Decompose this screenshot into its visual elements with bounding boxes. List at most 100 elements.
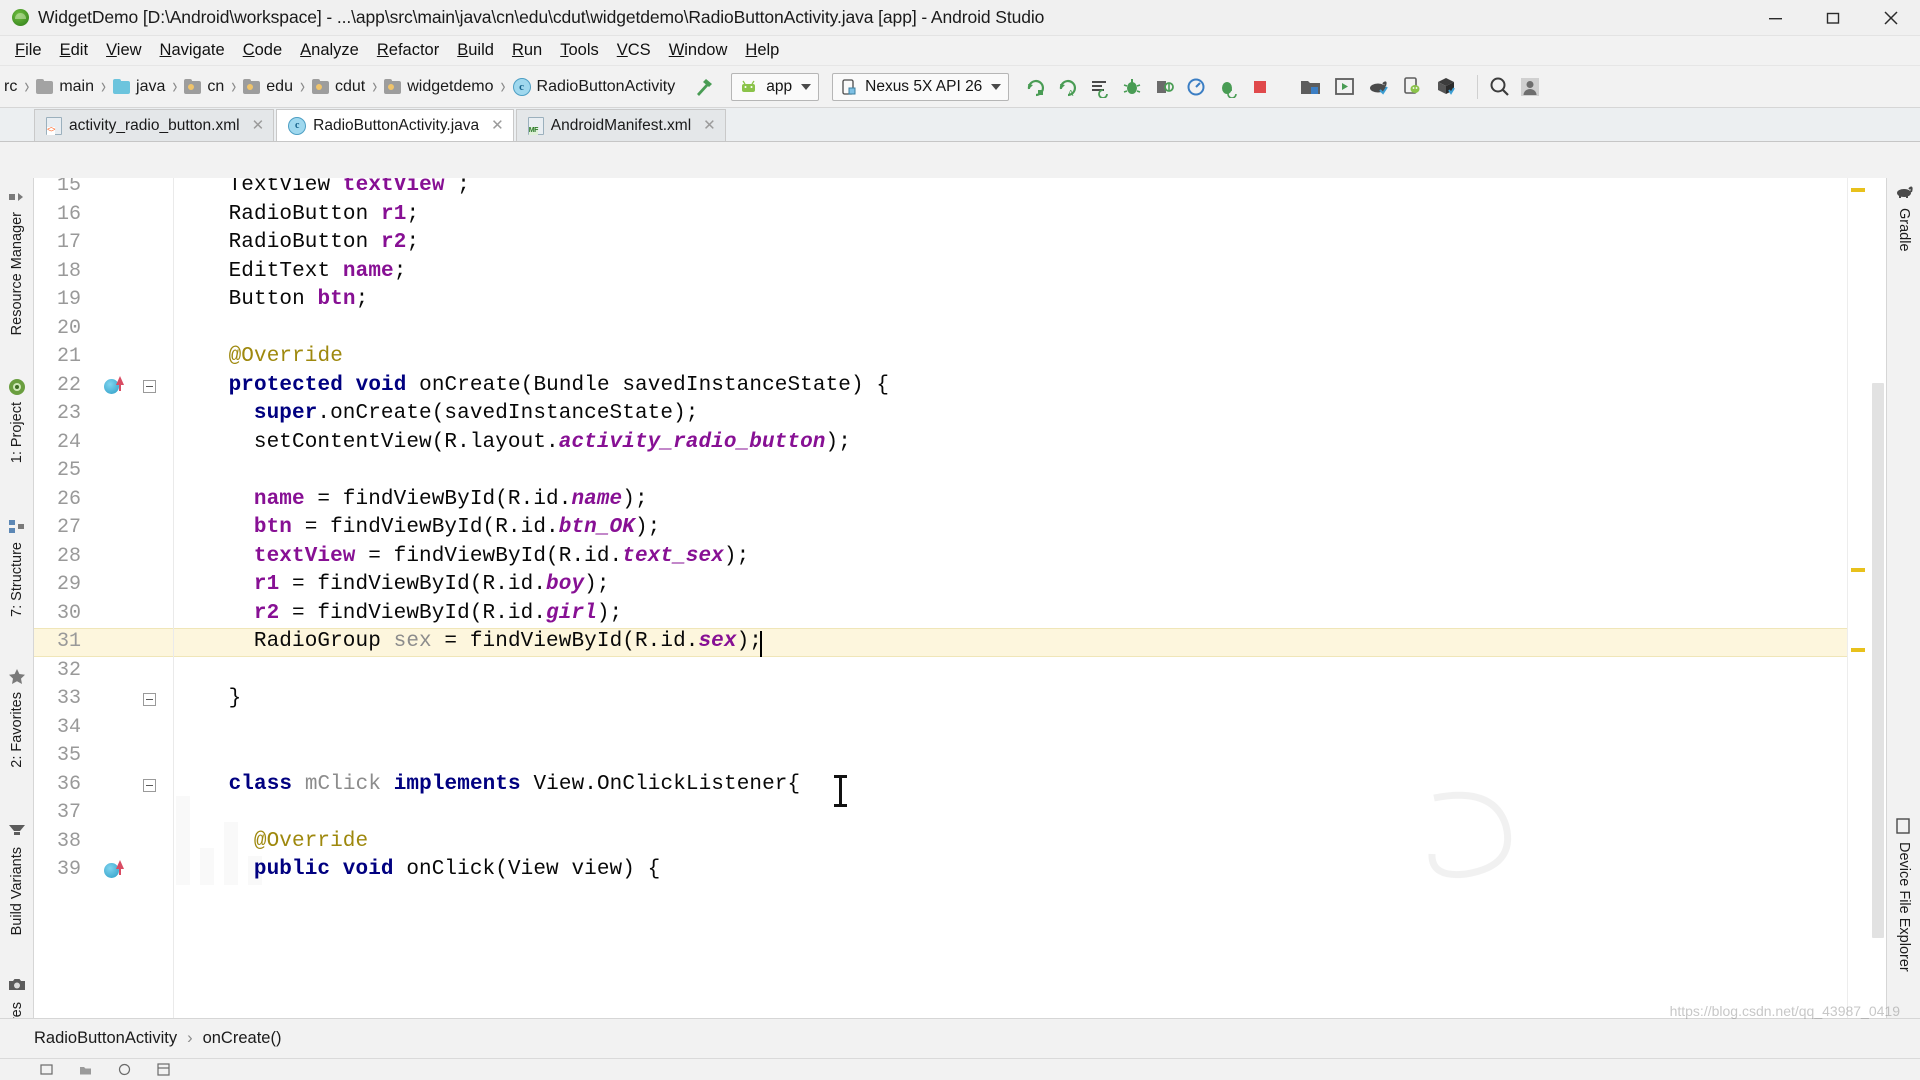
line-number[interactable]: 17 (35, 229, 81, 258)
code-line[interactable]: super.onCreate(savedInstanceState); (254, 400, 699, 429)
chevron-down-icon[interactable] (801, 84, 811, 90)
code-line[interactable]: btn = findViewById(R.id.btn_OK); (254, 514, 660, 543)
breadcrumb-edu[interactable]: edu (241, 78, 295, 96)
bottom-item[interactable] (40, 1063, 53, 1076)
line-number[interactable]: 31 (35, 628, 81, 657)
code-fold-marker[interactable] (143, 693, 156, 706)
apply-changes-icon[interactable] (1085, 72, 1115, 102)
code-editor[interactable]: 1516171819202122232425262728293031323334… (34, 178, 1886, 1018)
hammer-icon[interactable] (689, 72, 719, 102)
line-number[interactable]: 18 (35, 258, 81, 287)
scrollbar-thumb[interactable] (1872, 383, 1884, 938)
debug-run-icon[interactable]: A (1053, 72, 1083, 102)
code-line[interactable]: class mClick implements View.OnClickList… (229, 771, 801, 800)
menu-edit[interactable]: Edit (51, 39, 97, 62)
line-number[interactable]: 27 (35, 514, 81, 543)
tool-window-gradle[interactable]: Gradle (1887, 184, 1920, 252)
close-button[interactable] (1862, 0, 1920, 36)
sdk-manager-icon[interactable] (1329, 72, 1359, 102)
line-number[interactable]: 21 (35, 343, 81, 372)
line-number[interactable]: 23 (35, 400, 81, 429)
editor-tab-radiobuttonactivity-java[interactable]: cRadioButtonActivity.java✕ (276, 109, 514, 141)
line-number[interactable]: 38 (35, 828, 81, 857)
breadcrumb-rc[interactable]: rc (2, 78, 19, 96)
line-number[interactable]: 16 (35, 201, 81, 230)
line-number[interactable]: 25 (35, 457, 81, 486)
code-line[interactable]: name = findViewById(R.id.name); (254, 486, 648, 515)
menu-code[interactable]: Code (234, 39, 291, 62)
stop-icon[interactable] (1245, 72, 1275, 102)
line-number[interactable]: 28 (35, 543, 81, 572)
menu-window[interactable]: Window (660, 39, 737, 62)
code-line[interactable]: RadioGroup sex = findViewById(R.id.sex); (254, 628, 762, 657)
editor-tab-androidmanifest-xml[interactable]: AndroidManifest.xml✕ (516, 109, 726, 141)
device-selector[interactable]: Nexus 5X API 26 (832, 73, 1009, 101)
error-marker-gutter[interactable] (1847, 178, 1869, 1018)
menu-navigate[interactable]: Navigate (151, 39, 234, 62)
line-number[interactable]: 30 (35, 600, 81, 629)
tool-window-device-file-explorer[interactable]: Device File Explorer (1887, 818, 1920, 972)
line-number[interactable]: 35 (35, 742, 81, 771)
attach-debugger-icon[interactable] (1149, 72, 1179, 102)
code-line[interactable]: TextView textView ; (229, 178, 470, 201)
breadcrumb-cn[interactable]: cn (182, 78, 226, 96)
breadcrumb-java[interactable]: java (111, 78, 167, 96)
line-number[interactable]: 15 (35, 178, 81, 201)
breadcrumb-cdut[interactable]: cdut (310, 78, 367, 96)
debug-icon[interactable] (1117, 72, 1147, 102)
code-line[interactable]: setContentView(R.layout.activity_radio_b… (254, 429, 851, 458)
close-icon[interactable]: ✕ (703, 118, 716, 133)
profiler-icon[interactable] (1181, 72, 1211, 102)
maximize-button[interactable] (1804, 0, 1862, 36)
line-number[interactable]: 32 (35, 657, 81, 686)
tool-window-7-structure[interactable]: 7: Structure (0, 518, 34, 617)
avd-manager-icon[interactable] (1295, 72, 1325, 102)
breadcrumb-widgetdemo[interactable]: widgetdemo (382, 78, 495, 96)
menu-refactor[interactable]: Refactor (368, 39, 448, 62)
line-number[interactable]: 29 (35, 571, 81, 600)
breadcrumb-class[interactable]: RadioButtonActivity (34, 1029, 177, 1048)
chevron-down-icon[interactable] (991, 84, 1001, 90)
menu-analyze[interactable]: Analyze (291, 39, 368, 62)
code-fold-marker[interactable] (143, 779, 156, 792)
line-number[interactable]: 34 (35, 714, 81, 743)
code-line[interactable]: protected void onCreate(Bundle savedInst… (229, 372, 890, 401)
line-number[interactable]: 36 (35, 771, 81, 800)
line-number[interactable]: 22 (35, 372, 81, 401)
tool-window-2-favorites[interactable]: 2: Favorites (0, 668, 34, 768)
profile-icon[interactable] (1515, 72, 1545, 102)
code-line[interactable]: r1 = findViewById(R.id.boy); (254, 571, 610, 600)
gradle-sync-icon[interactable] (1363, 72, 1393, 102)
menu-view[interactable]: View (97, 39, 150, 62)
menu-vcs[interactable]: VCS (608, 39, 660, 62)
editor-tab-activity-radio-button-xml[interactable]: activity_radio_button.xml✕ (34, 109, 274, 141)
code-line[interactable]: RadioButton r1; (229, 201, 420, 230)
layout-inspector-icon[interactable] (1397, 72, 1427, 102)
menu-tools[interactable]: Tools (551, 39, 608, 62)
implementing-method-arrow-icon[interactable] (116, 860, 124, 869)
code-line[interactable]: } (229, 685, 242, 714)
code-line[interactable]: Button btn; (229, 286, 369, 315)
menu-run[interactable]: Run (503, 39, 551, 62)
breadcrumb-radiobuttonactivity[interactable]: cRadioButtonActivity (511, 78, 678, 96)
run-configuration-selector[interactable]: app (731, 73, 819, 101)
line-number-gutter[interactable]: 1516171819202122232425262728293031323334… (34, 178, 174, 1018)
line-number[interactable]: 37 (35, 799, 81, 828)
implementing-method-arrow-icon[interactable] (116, 376, 124, 385)
menu-file[interactable]: File (6, 39, 51, 62)
apply-code-changes-icon[interactable] (1213, 72, 1243, 102)
code-line[interactable]: EditText name; (229, 258, 407, 287)
code-content[interactable]: TextView textView ;RadioButton r1;RadioB… (174, 178, 1847, 1018)
line-number[interactable]: 33 (35, 685, 81, 714)
line-number[interactable]: 19 (35, 286, 81, 315)
breadcrumb-navigation[interactable]: RadioButtonActivity › onCreate() (34, 1029, 281, 1048)
run-icon[interactable] (1021, 72, 1051, 102)
code-line[interactable]: @Override (229, 343, 343, 372)
menu-help[interactable]: Help (736, 39, 788, 62)
code-fold-marker[interactable] (143, 380, 156, 393)
tool-window-1-project[interactable]: 1: Project (0, 378, 34, 463)
code-line[interactable]: textView = findViewById(R.id.text_sex); (254, 543, 749, 572)
line-number[interactable]: 39 (35, 856, 81, 885)
code-line[interactable]: public void onClick(View view) { (254, 856, 660, 885)
menu-build[interactable]: Build (448, 39, 503, 62)
